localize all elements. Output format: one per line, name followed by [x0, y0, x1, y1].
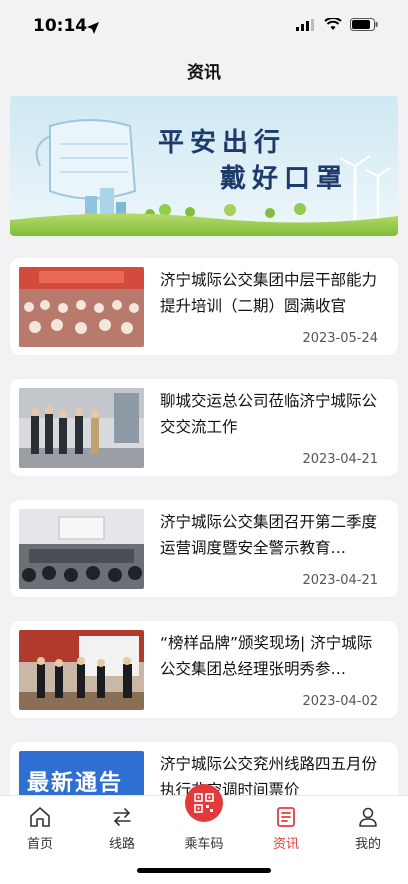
news-title: “榜样品牌”颁奖现场| 济宁城际公交集团总经理张明秀参…: [160, 634, 373, 678]
home-icon: [30, 807, 50, 827]
news-title: 济宁城际公交集团召开第二季度运营调度暨安全警示教育…: [160, 513, 378, 557]
banner-text-line2: 戴好口罩: [220, 164, 349, 194]
news-title: 济宁城际公交集团中层干部能力提升培训（二期）圆满收官: [160, 271, 378, 315]
tab-label: 我的: [354, 837, 381, 852]
tab-news[interactable]: 资讯: [246, 796, 326, 852]
news-thumbnail-text: 最新通告: [27, 771, 124, 796]
news-date: 2023-04-21: [302, 452, 378, 467]
news-date: 2023-04-21: [302, 573, 378, 588]
news-date: 2023-05-24: [302, 331, 378, 346]
news-icon: [277, 807, 295, 827]
tab-route[interactable]: 线路: [82, 796, 162, 852]
wifi-icon: [324, 18, 342, 30]
banner[interactable]: 平安出行 戴好口罩: [10, 96, 398, 236]
news-thumbnail: [19, 388, 144, 468]
user-icon: [359, 807, 377, 827]
qr-code-icon: [194, 793, 214, 813]
home-indicator: [137, 868, 271, 873]
qr-code-button[interactable]: [185, 784, 223, 822]
tab-home[interactable]: 首页: [0, 796, 80, 852]
banner-text-line1: 平安出行: [158, 128, 287, 158]
news-card[interactable]: “榜样品牌”颁奖现场| 济宁城际公交集团总经理张明秀参… 2023-04-02: [10, 621, 398, 718]
news-thumbnail: [19, 509, 144, 589]
page-title: 资讯: [187, 63, 221, 83]
news-date: 2023-04-02: [302, 694, 378, 709]
news-thumbnail: [19, 630, 144, 710]
signal-icon: [296, 18, 314, 31]
location-arrow-icon: [87, 22, 99, 34]
news-card[interactable]: 济宁城际公交集团中层干部能力提升培训（二期）圆满收官 2023-05-24: [10, 258, 398, 355]
news-card[interactable]: 济宁城际公交集团召开第二季度运营调度暨安全警示教育… 2023-04-21: [10, 500, 398, 597]
tab-label: 线路: [108, 837, 135, 852]
tab-label: 首页: [26, 837, 53, 852]
route-icon: [113, 808, 131, 826]
tab-qr-code[interactable]: 乘车码: [164, 784, 244, 852]
status-time: 10:14: [33, 16, 88, 36]
tab-label: 乘车码: [184, 837, 224, 852]
news-thumbnail: [19, 267, 144, 347]
news-title: 聊城交运总公司莅临济宁城际公交交流工作: [160, 392, 378, 436]
battery-icon: [350, 18, 378, 31]
tab-label: 资讯: [272, 837, 299, 852]
tab-profile[interactable]: 我的: [328, 796, 408, 852]
news-card[interactable]: 聊城交运总公司莅临济宁城际公交交流工作 2023-04-21: [10, 379, 398, 476]
status-bar: 10:14: [0, 0, 408, 54]
